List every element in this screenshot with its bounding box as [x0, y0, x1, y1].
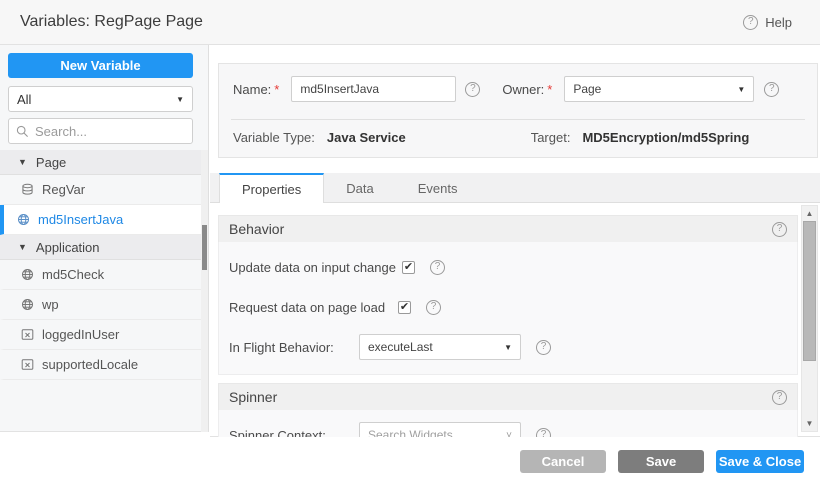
tree-item-label: md5Check [42, 267, 104, 282]
variable-type-value: Java Service [327, 130, 406, 145]
spinner-section-title: Spinner [229, 389, 277, 405]
properties-scroll-area: Behavior Update data on input change Req… [218, 215, 798, 463]
sidebar-scrollbar[interactable] [201, 150, 208, 432]
tree-item-md5check[interactable]: md5Check [0, 260, 201, 290]
owner-help-icon[interactable] [764, 82, 779, 97]
help-button[interactable]: Help [743, 15, 792, 30]
tab-properties[interactable]: Properties [219, 173, 324, 203]
behavior-section-title: Behavior [229, 221, 284, 237]
owner-label: Owner: [502, 82, 544, 97]
in-flight-select[interactable]: executeLast ▼ [359, 334, 521, 360]
in-flight-label: In Flight Behavior: [229, 340, 359, 355]
name-input[interactable] [291, 76, 456, 102]
chevron-down-icon: ▼ [176, 95, 184, 104]
name-label: Name: [233, 82, 271, 97]
save-button[interactable]: Save [618, 450, 704, 473]
tab-data[interactable]: Data [324, 173, 395, 202]
name-help-icon[interactable] [465, 82, 480, 97]
tree-group-page[interactable]: ▼ Page [0, 150, 201, 175]
dialog-header: Variables: RegPage Page Help [0, 0, 820, 45]
variables-tree: ▼ Page RegVar md5InsertJava ▼ Applicatio… [0, 150, 201, 380]
globe-icon [21, 268, 34, 281]
tree-item-label: md5InsertJava [38, 212, 123, 227]
update-data-label: Update data on input change [229, 260, 396, 275]
cancel-button[interactable]: Cancel [520, 450, 606, 473]
chevron-down-icon: ▼ [504, 343, 512, 352]
target-value: MD5Encryption/md5Spring [582, 130, 749, 145]
variable-filter-select[interactable]: All ▼ [8, 86, 193, 112]
tree-item-loggedinuser[interactable]: loggedInUser [0, 320, 201, 350]
model-variable-icon [21, 328, 34, 341]
search-icon [16, 125, 29, 138]
spinner-help-icon[interactable] [772, 390, 787, 405]
help-label: Help [765, 15, 792, 30]
variable-search-box[interactable] [8, 118, 193, 144]
tree-item-label: loggedInUser [42, 327, 119, 342]
variable-summary-block: Name: * Owner: * Page ▼ Variable Type: J… [218, 63, 818, 158]
tree-group-label: Application [36, 240, 100, 255]
owner-select[interactable]: Page ▼ [564, 76, 754, 102]
in-flight-value: executeLast [368, 340, 433, 354]
tree-item-supportedlocale[interactable]: supportedLocale [0, 350, 201, 380]
properties-scrollbar[interactable]: ▲ ▼ [801, 205, 818, 432]
target-label: Target: [531, 130, 571, 145]
model-variable-icon [21, 358, 34, 371]
detail-tabs: Properties Data Events [210, 173, 820, 203]
database-icon [21, 183, 34, 196]
tree-group-label: Page [36, 155, 66, 170]
save-and-close-button[interactable]: Save & Close [716, 450, 804, 473]
search-input[interactable] [35, 124, 175, 139]
scroll-down-icon[interactable]: ▼ [806, 419, 814, 428]
behavior-section: Behavior Update data on input change Req… [218, 215, 798, 375]
help-icon [743, 15, 758, 30]
tree-item-label: supportedLocale [42, 357, 138, 372]
tree-item-regvar[interactable]: RegVar [0, 175, 201, 205]
tree-item-md5insertjava[interactable]: md5InsertJava [0, 205, 201, 235]
required-asterisk: * [274, 82, 279, 97]
variable-detail-panel: Name: * Owner: * Page ▼ Variable Type: J… [210, 45, 820, 437]
scroll-up-icon[interactable]: ▲ [806, 209, 814, 218]
tree-item-label: wp [42, 297, 59, 312]
request-data-label: Request data on page load [229, 300, 398, 315]
chevron-down-icon: ▼ [737, 85, 745, 94]
dialog-footer: Cancel Save Save & Close [0, 437, 820, 487]
tab-events[interactable]: Events [396, 173, 480, 202]
chevron-down-icon: ▼ [18, 242, 27, 252]
required-asterisk: * [547, 82, 552, 97]
divider [231, 119, 805, 120]
request-data-checkbox[interactable]: ✔ [398, 301, 411, 314]
variables-sidebar: New Variable All ▼ ▼ Page RegVar md5Inse… [0, 45, 209, 432]
update-data-help-icon[interactable] [430, 260, 445, 275]
update-data-checkbox[interactable] [402, 261, 415, 274]
request-data-help-icon[interactable] [426, 300, 441, 315]
behavior-help-icon[interactable] [772, 222, 787, 237]
properties-scrollbar-thumb[interactable] [803, 221, 816, 361]
variable-type-label: Variable Type: [233, 130, 315, 145]
page-title: Variables: RegPage Page [20, 13, 203, 31]
tree-item-wp[interactable]: wp [0, 290, 201, 320]
globe-icon [21, 298, 34, 311]
tree-group-application[interactable]: ▼ Application [0, 235, 201, 260]
in-flight-help-icon[interactable] [536, 340, 551, 355]
chevron-down-icon: ▼ [18, 157, 27, 167]
tree-item-label: RegVar [42, 182, 85, 197]
globe-icon [17, 213, 30, 226]
variable-filter-value: All [17, 92, 31, 107]
new-variable-button[interactable]: New Variable [8, 53, 193, 78]
sidebar-scrollbar-thumb[interactable] [202, 225, 207, 270]
owner-value: Page [573, 82, 601, 96]
